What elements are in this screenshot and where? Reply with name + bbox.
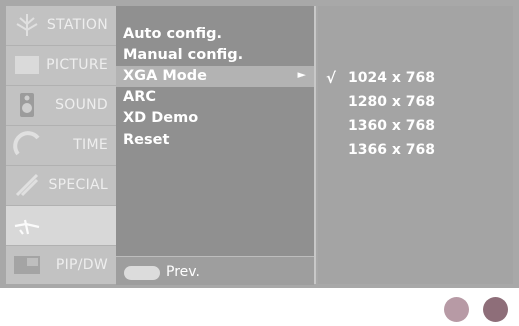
pink-dot-icon	[444, 297, 469, 322]
sidebar-item-picture[interactable]: PICTURE	[6, 46, 116, 86]
sidebar-item-screen[interactable]	[6, 206, 116, 246]
submenu-item-label: 1366 x 768	[348, 142, 435, 158]
screen-setup-icon	[14, 219, 40, 235]
pip-icon	[14, 256, 40, 274]
sidebar-item-label: SOUND	[55, 97, 108, 113]
menu-item-xga-mode[interactable]: XGA Mode ►	[116, 66, 314, 87]
menu-item-label: XGA Mode	[123, 68, 207, 84]
sidebar-item-special[interactable]: SPECIAL	[6, 166, 116, 206]
menu-item-label: Reset	[123, 132, 170, 148]
clock-icon	[13, 131, 40, 156]
menu-item-arc[interactable]: ARC	[116, 87, 314, 108]
antenna-icon	[16, 14, 38, 36]
submenu-item-label: 1360 x 768	[348, 118, 435, 134]
menu-item-label: Auto config.	[123, 26, 223, 42]
sidebar-item-label: PICTURE	[46, 57, 108, 73]
submenu-item-label: 1280 x 768	[348, 94, 435, 110]
menu-item-reset[interactable]: Reset	[116, 130, 314, 151]
menu-item-manual-config[interactable]: Manual config.	[116, 45, 314, 66]
sidebar-item-station[interactable]: STATION	[6, 6, 116, 46]
sidebar-item-label: STATION	[46, 17, 108, 33]
sidebar-item-label: SPECIAL	[48, 177, 108, 193]
speaker-icon	[20, 93, 34, 117]
tv-osd-menu: STATION PICTURE SOUND TIME SPECIAL PIP/D…	[0, 0, 519, 288]
sidebar-item-pip[interactable]: PIP/DW	[6, 246, 116, 286]
submenu-item-1024x768[interactable]: √ 1024 x 768	[318, 68, 513, 90]
prev-bar[interactable]: Prev.	[116, 256, 314, 285]
sidebar-item-label: TIME	[73, 137, 108, 153]
purple-dot-icon	[483, 297, 508, 322]
prev-label: Prev.	[166, 264, 200, 280]
menu-item-label: Manual config.	[123, 47, 244, 63]
sidebar-item-time[interactable]: TIME	[6, 126, 116, 166]
submenu-item-label: 1024 x 768	[348, 70, 435, 86]
sidebar-item-label: PIP/DW	[55, 257, 108, 273]
picture-icon	[15, 56, 39, 74]
special-icon	[15, 173, 39, 197]
menu-item-xd-demo[interactable]: XD Demo	[116, 108, 314, 129]
arrow-right-icon: ►	[297, 68, 306, 81]
screen-menu: Auto config. Manual config. XGA Mode ► A…	[116, 6, 316, 285]
submenu-item-1366x768[interactable]: 1366 x 768	[318, 140, 513, 162]
menu-item-label: ARC	[123, 89, 157, 105]
check-icon: √	[326, 69, 337, 87]
sidebar: STATION PICTURE SOUND TIME SPECIAL PIP/D…	[6, 6, 116, 284]
submenu-item-1280x768[interactable]: 1280 x 768	[318, 92, 513, 114]
sidebar-item-sound[interactable]: SOUND	[6, 86, 116, 126]
menu-button-icon	[124, 266, 160, 280]
xga-mode-submenu: √ 1024 x 768 1280 x 768 1360 x 768 1366 …	[318, 6, 513, 284]
menu-item-label: XD Demo	[123, 110, 199, 126]
submenu-item-1360x768[interactable]: 1360 x 768	[318, 116, 513, 138]
menu-item-auto-config[interactable]: Auto config.	[116, 24, 314, 45]
